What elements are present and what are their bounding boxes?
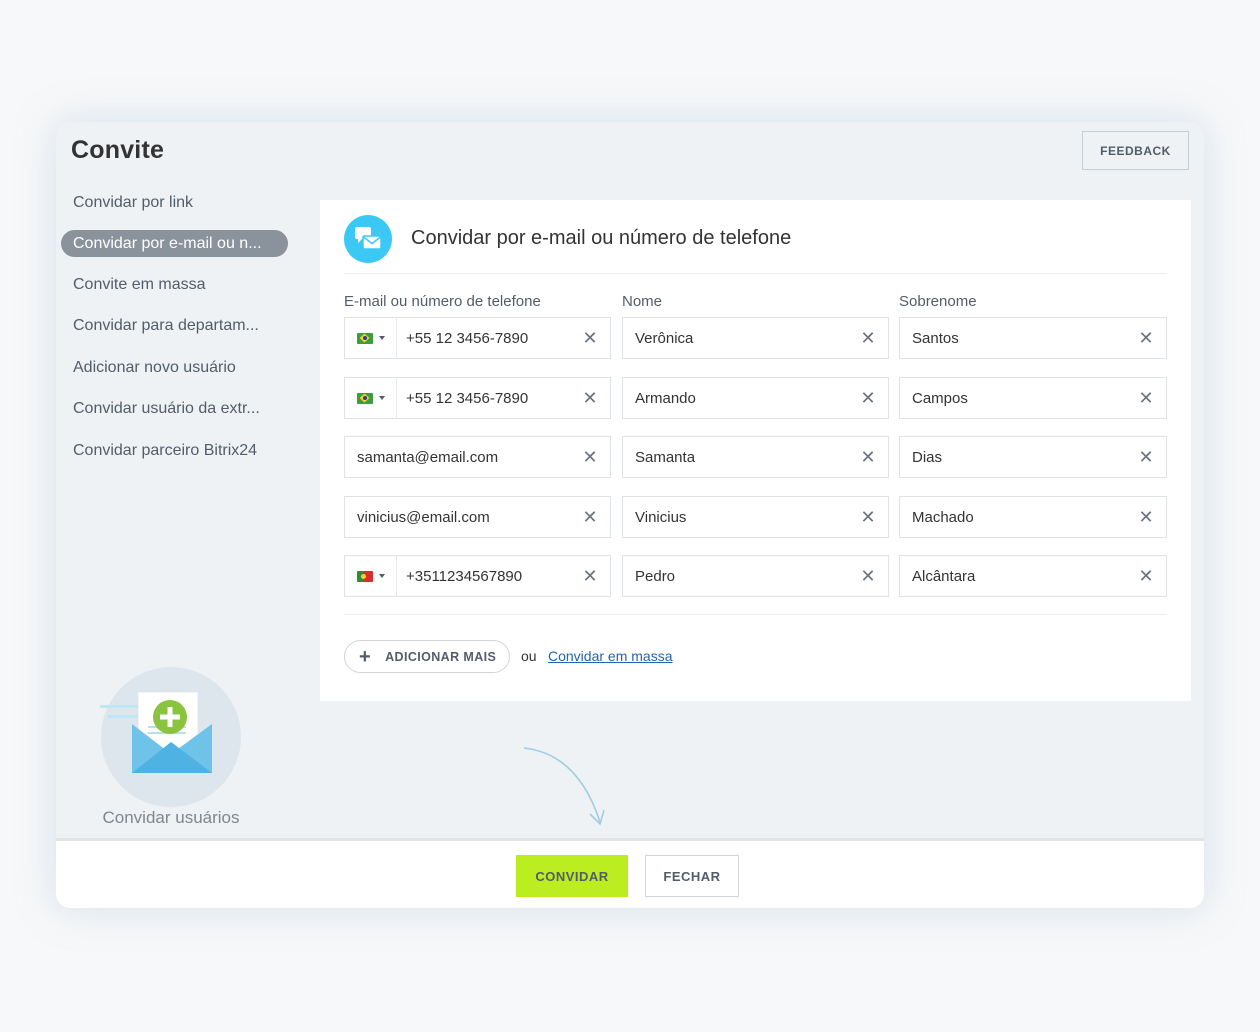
first-name-field[interactable]: Samanta ✕ — [622, 436, 889, 478]
divider — [344, 273, 1167, 274]
invite-panel: Convidar por e-mail ou número de telefon… — [320, 200, 1191, 701]
close-icon[interactable]: ✕ — [570, 377, 610, 419]
sidebar-item-invite-to-department[interactable]: Convidar para departam... — [61, 311, 288, 341]
last-name-value[interactable]: Dias — [900, 449, 1126, 466]
sidebar-item-invite-by-email[interactable]: Convidar por e-mail ou n... — [61, 229, 288, 257]
sidebar-item-invite-extranet-user[interactable]: Convidar usuário da extr... — [61, 394, 288, 424]
close-icon[interactable]: ✕ — [848, 496, 888, 538]
header-contact: E-mail ou número de telefone — [344, 293, 541, 310]
close-icon[interactable]: ✕ — [848, 377, 888, 419]
contact-value[interactable]: +3511234567890 — [406, 568, 570, 585]
sidebar-item-invite-partner[interactable]: Convidar parceiro Bitrix24 — [61, 436, 288, 466]
invite-dialog: Convite FEEDBACK Convidar por link Convi… — [56, 122, 1204, 908]
last-name-field[interactable]: Machado ✕ — [899, 496, 1167, 538]
dialog-title: Convite — [71, 136, 165, 164]
feedback-button[interactable]: FEEDBACK — [1082, 131, 1189, 170]
country-selector[interactable] — [345, 555, 397, 597]
first-name-field[interactable]: Verônica ✕ — [622, 317, 889, 359]
close-icon[interactable]: ✕ — [570, 317, 610, 359]
portugal-flag-icon — [356, 570, 373, 582]
add-more-label: ADICIONAR MAIS — [385, 649, 497, 664]
sidebar-item-invite-by-link[interactable]: Convidar por link — [61, 188, 288, 218]
first-name-field[interactable]: Pedro ✕ — [622, 555, 889, 597]
contact-field[interactable]: +55 12 3456-7890 ✕ — [344, 317, 611, 359]
close-icon[interactable]: ✕ — [570, 496, 610, 538]
contact-value[interactable]: samanta@email.com — [345, 449, 570, 466]
mass-invite-link[interactable]: Convidar em massa — [548, 648, 673, 664]
header-last-name: Sobrenome — [899, 293, 977, 310]
first-name-value[interactable]: Vinicius — [623, 509, 848, 526]
last-name-field[interactable]: Campos ✕ — [899, 377, 1167, 419]
first-name-value[interactable]: Verônica — [623, 330, 848, 347]
add-more-button[interactable]: + ADICIONAR MAIS — [344, 640, 510, 673]
header-first-name: Nome — [622, 293, 663, 310]
contact-field[interactable]: samanta@email.com ✕ — [344, 436, 611, 478]
close-button[interactable]: FECHAR — [645, 855, 739, 897]
illustration-label: Convidar usuários — [102, 808, 240, 827]
first-name-field[interactable]: Armando ✕ — [622, 377, 889, 419]
close-icon[interactable]: ✕ — [848, 555, 888, 597]
first-name-value[interactable]: Pedro — [623, 568, 848, 585]
contact-value[interactable]: +55 12 3456-7890 — [406, 330, 570, 347]
sidebar-item-mass-invite[interactable]: Convite em massa — [61, 270, 288, 300]
dialog-footer: CONVIDAR FECHAR — [56, 838, 1204, 908]
panel-title: Convidar por e-mail ou número de telefon… — [411, 227, 792, 249]
last-name-value[interactable]: Machado — [900, 509, 1126, 526]
or-text: ou — [521, 648, 537, 664]
close-icon[interactable]: ✕ — [1126, 377, 1166, 419]
close-icon[interactable]: ✕ — [570, 436, 610, 478]
close-icon[interactable]: ✕ — [570, 555, 610, 597]
close-icon[interactable]: ✕ — [848, 317, 888, 359]
country-selector[interactable] — [345, 317, 397, 359]
contact-field[interactable]: +3511234567890 ✕ — [344, 555, 611, 597]
close-icon[interactable]: ✕ — [1126, 496, 1166, 538]
close-icon[interactable]: ✕ — [1126, 436, 1166, 478]
contact-field[interactable]: +55 12 3456-7890 ✕ — [344, 377, 611, 419]
contact-value[interactable]: +55 12 3456-7890 — [406, 390, 570, 407]
divider — [344, 614, 1167, 615]
last-name-field[interactable]: Dias ✕ — [899, 436, 1167, 478]
chevron-down-icon — [378, 396, 385, 400]
last-name-value[interactable]: Santos — [900, 330, 1126, 347]
last-name-field[interactable]: Alcântara ✕ — [899, 555, 1167, 597]
chat-mail-icon — [344, 215, 392, 263]
country-selector[interactable] — [345, 377, 397, 419]
close-icon[interactable]: ✕ — [1126, 555, 1166, 597]
sidebar: Convidar por link Convidar por e-mail ou… — [61, 188, 291, 477]
last-name-value[interactable]: Alcântara — [900, 568, 1126, 585]
contact-field[interactable]: vinicius@email.com ✕ — [344, 496, 611, 538]
last-name-field[interactable]: Santos ✕ — [899, 317, 1167, 359]
curved-arrow-icon — [523, 747, 605, 826]
close-icon[interactable]: ✕ — [1126, 317, 1166, 359]
close-icon[interactable]: ✕ — [848, 436, 888, 478]
invite-button[interactable]: CONVIDAR — [516, 855, 628, 897]
brazil-flag-icon — [356, 392, 373, 404]
plus-icon: + — [359, 645, 372, 668]
last-name-value[interactable]: Campos — [900, 390, 1126, 407]
chevron-down-icon — [378, 336, 385, 340]
contact-value[interactable]: vinicius@email.com — [345, 509, 570, 526]
invite-users-illustration — [100, 667, 241, 807]
chevron-down-icon — [378, 574, 385, 578]
brazil-flag-icon — [356, 332, 373, 344]
first-name-value[interactable]: Samanta — [623, 449, 848, 466]
sidebar-item-add-new-user[interactable]: Adicionar novo usuário — [61, 353, 288, 383]
first-name-value[interactable]: Armando — [623, 390, 848, 407]
first-name-field[interactable]: Vinicius ✕ — [622, 496, 889, 538]
